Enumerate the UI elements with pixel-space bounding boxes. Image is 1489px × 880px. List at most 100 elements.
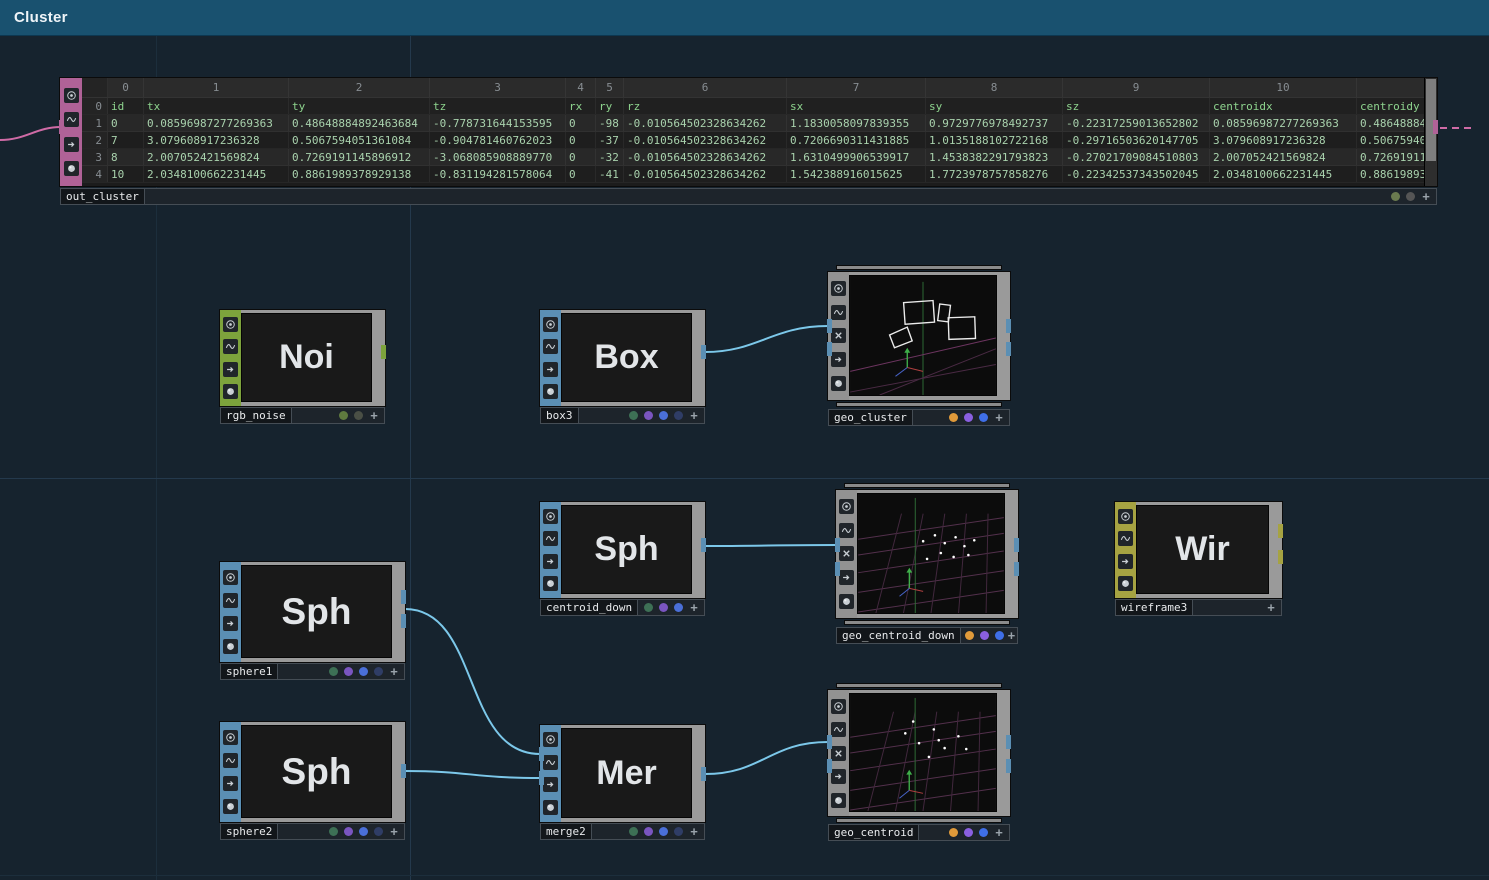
node-body[interactable]: Noi [241,313,372,402]
display-flag-icon[interactable] [64,112,79,127]
node-geo-centroid-down[interactable] [836,490,1018,618]
palette-dot[interactable] [629,411,638,420]
palette-dot[interactable] [374,827,383,836]
comp-parent-connector[interactable] [844,483,1010,488]
output-connector[interactable] [701,767,706,781]
output-connector[interactable] [1433,120,1438,134]
render-flag-icon[interactable] [831,328,846,343]
output-connector[interactable] [1014,538,1019,552]
export-flag-icon[interactable] [543,362,558,377]
dat-table[interactable]: 0123456789100idtxtytzrxryrzsxsyszcentroi… [82,78,1424,186]
viewer-flag-icon[interactable] [543,509,558,524]
table-row[interactable]: 100.085969872772693630.48648884892463684… [82,115,1424,132]
input-connector[interactable] [59,120,64,134]
wire-centroid-down-to-geo-centroid-down[interactable] [705,545,836,546]
viewer-flag-icon[interactable] [543,732,558,747]
input-connector[interactable] [835,562,840,576]
add-button[interactable]: + [992,825,1006,840]
export-flag-icon[interactable] [1118,554,1133,569]
palette-dot[interactable] [629,827,638,836]
node-body[interactable]: Sph [241,725,392,818]
output-connector[interactable] [1278,550,1283,564]
viewer-flag-icon[interactable] [223,730,238,745]
node-sphere2[interactable]: Sph [220,722,405,822]
display-flag-icon[interactable] [543,755,558,770]
export-flag-icon[interactable] [839,570,854,585]
table-row[interactable]: 273.0796089172363280.5067594051361084-0.… [82,132,1424,149]
node-centroid-down[interactable]: Sph [540,502,705,598]
output-connector[interactable] [381,345,386,359]
palette-dot[interactable] [344,827,353,836]
palette-dot[interactable] [374,667,383,676]
viewer-flag-icon[interactable] [543,317,558,332]
input-connector[interactable] [539,747,544,761]
add-button[interactable]: + [687,408,701,423]
node-name[interactable]: geo_cluster [829,410,913,425]
display-flag-icon[interactable] [831,305,846,320]
node-box3[interactable]: Box [540,310,705,406]
display-flag-icon[interactable] [223,339,238,354]
palette-dot[interactable] [659,827,668,836]
input-connector[interactable] [827,735,832,749]
comp-parent-connector[interactable] [836,683,1002,688]
export-flag-icon[interactable] [831,352,846,367]
comp-child-connector[interactable] [844,620,1010,625]
display-flag-icon[interactable] [1118,531,1133,546]
export-flag-icon[interactable] [223,616,238,631]
node-name[interactable]: wireframe3 [1116,600,1193,615]
viewer-flag-icon[interactable] [64,88,79,103]
add-button[interactable]: + [387,824,401,839]
palette-dot[interactable] [674,411,683,420]
palette-dot[interactable] [659,603,668,612]
palette-dot[interactable] [674,827,683,836]
palette-dot[interactable] [359,827,368,836]
node-body[interactable]: Box [561,313,692,402]
node-geo-centroid[interactable] [828,690,1010,816]
palette-dot[interactable] [344,667,353,676]
render-flag-icon[interactable] [831,746,846,761]
node-name[interactable]: centroid_down [541,600,638,615]
node-name[interactable]: sphere1 [221,664,278,679]
lock-flag-icon[interactable] [223,799,238,814]
display-flag-icon[interactable] [831,722,846,737]
display-flag-icon[interactable] [223,753,238,768]
palette-dot[interactable] [979,413,988,422]
output-connector[interactable] [1014,562,1019,576]
add-button[interactable]: + [367,408,381,423]
node-body[interactable]: Mer [561,728,692,818]
input-connector[interactable] [539,771,544,785]
palette-dot[interactable] [949,828,958,837]
export-flag-icon[interactable] [223,362,238,377]
input-connector[interactable] [835,538,840,552]
output-connector[interactable] [1006,319,1011,333]
node-name[interactable]: geo_centroid [829,825,919,840]
add-button[interactable]: + [387,664,401,679]
palette-dot[interactable] [354,411,363,420]
node-body[interactable]: Sph [241,565,392,658]
palette-dot[interactable] [329,667,338,676]
palette-dot[interactable] [329,827,338,836]
palette-dot[interactable] [964,828,973,837]
export-flag-icon[interactable] [831,769,846,784]
network-editor[interactable]: Cluster 0123456789100idtxtytzrxryrzsxsys… [0,0,1489,880]
palette-dot[interactable] [644,603,653,612]
lock-flag-icon[interactable] [1118,576,1133,591]
display-flag-icon[interactable] [543,531,558,546]
lock-flag-icon[interactable] [839,594,854,609]
viewer-flag-icon[interactable] [831,281,846,296]
lock-flag-icon[interactable] [543,384,558,399]
add-button[interactable]: + [687,600,701,615]
viewer-flag-icon[interactable] [223,570,238,585]
palette-dot[interactable] [980,631,989,640]
node-name[interactable]: out_cluster [61,189,145,204]
export-flag-icon[interactable] [223,776,238,791]
input-connector[interactable] [827,342,832,356]
node-rgb-noise[interactable]: Noi [220,310,385,406]
palette-dot[interactable] [1391,192,1400,201]
wire-dat-input[interactable] [0,127,61,140]
add-button[interactable]: + [1419,189,1433,204]
viewer-flag-icon[interactable] [831,699,846,714]
export-flag-icon[interactable] [543,777,558,792]
node-out-cluster[interactable]: 0123456789100idtxtytzrxryrzsxsyszcentroi… [60,78,1437,186]
node-viewport-preview[interactable] [849,693,997,812]
